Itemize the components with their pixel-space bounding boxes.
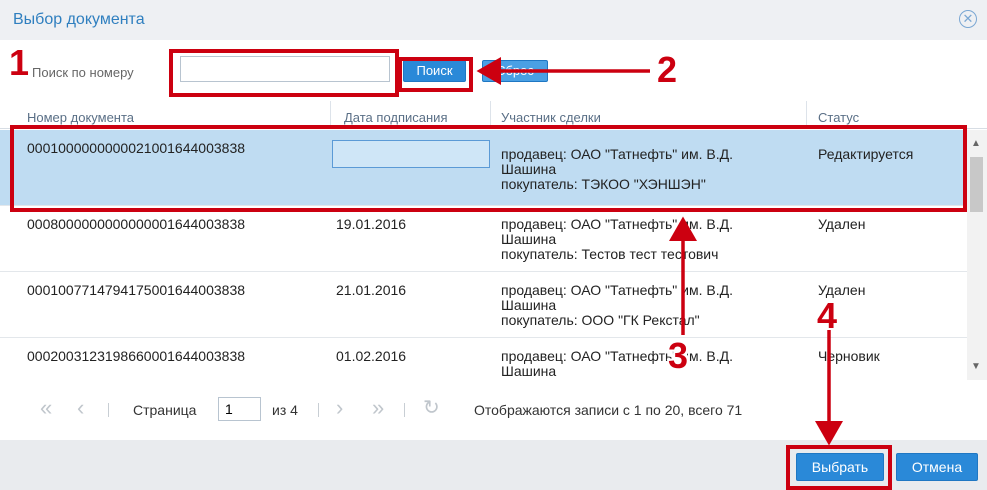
cell-status: Редактируется: [818, 146, 914, 162]
cell-number: 0001000000000021001644003838: [27, 140, 246, 156]
cell-status: Черновик: [818, 348, 880, 364]
party-seller-name: Шашина: [501, 297, 557, 313]
column-divider: [806, 101, 807, 129]
party-buyer: покупатель: ООО "ГК Рекстал": [501, 312, 700, 328]
party-seller: продавец: ОАО "Татнефть" им. В.Д.: [501, 348, 733, 364]
step-number-4: 4: [817, 295, 838, 336]
dialog-footer: Выбрать Отмена: [0, 440, 987, 490]
cancel-button[interactable]: Отмена: [896, 453, 978, 481]
party-buyer: покупатель: Тестов тест тестович: [501, 246, 719, 262]
party-buyer: покупатель: ТЭКОО "ХЭНШЭН": [501, 176, 706, 192]
pager-divider: [108, 403, 109, 417]
dialog-title: Выбор документа: [13, 11, 145, 28]
party-seller-name: Шашина: [501, 363, 557, 379]
pager-divider: [318, 403, 319, 417]
table-row[interactable]: 0002003123198660001644003838 01.02.2016 …: [0, 338, 968, 380]
table-row[interactable]: 0001000000000021001644003838 продавец: О…: [0, 130, 968, 206]
next-page-icon[interactable]: ›: [336, 397, 343, 419]
column-divider: [490, 101, 491, 129]
search-bar: Поиск по номеру Поиск Сброс: [0, 44, 987, 96]
step-number-3: 3: [668, 335, 689, 376]
pager-divider: [404, 403, 405, 417]
grid-body: 0001000000000021001644003838 продавец: О…: [0, 130, 968, 380]
column-header-date[interactable]: Дата подписания: [344, 110, 447, 125]
party-seller-name: Шашина: [501, 231, 557, 247]
cell-party: продавец: ОАО "Татнефть" им. В.Д. Шашина: [501, 349, 801, 379]
last-page-icon[interactable]: »: [372, 397, 384, 419]
cell-number: 0008000000000000001644003838: [27, 216, 246, 232]
column-header-status[interactable]: Статус: [818, 110, 859, 125]
party-seller: продавец: ОАО "Татнефть" им. В.Д.: [501, 282, 733, 298]
cell-party: продавец: ОАО "Татнефть" им. В.Д. Шашина…: [501, 217, 801, 262]
step-number-1: 1: [9, 42, 30, 83]
cell-status: Удален: [818, 216, 866, 232]
column-header-party[interactable]: Участник сделки: [501, 110, 601, 125]
search-input[interactable]: [180, 56, 390, 82]
scroll-thumb[interactable]: [970, 157, 983, 212]
table-row[interactable]: 0008000000000000001644003838 19.01.2016 …: [0, 206, 968, 272]
prev-page-icon[interactable]: ‹: [77, 397, 84, 419]
grid-scrollbar[interactable]: ▲ ▼: [967, 130, 987, 380]
cell-number: 0002003123198660001644003838: [27, 348, 246, 364]
scroll-up-icon[interactable]: ▲: [971, 138, 981, 149]
page-label: Страница: [133, 402, 197, 418]
dialog-titlebar: Выбор документа ✕: [0, 0, 987, 40]
close-icon[interactable]: ✕: [959, 10, 977, 28]
cell-date: 21.01.2016: [336, 282, 407, 298]
column-header-number[interactable]: Номер документа: [27, 110, 134, 125]
cell-party: продавец: ОАО "Татнефть" им. В.Д. Шашина…: [501, 283, 801, 328]
party-seller-name: Шашина: [501, 161, 557, 177]
document-select-dialog: Выбор документа ✕ Поиск по номеру Поиск …: [0, 0, 987, 490]
search-button[interactable]: Поиск: [403, 60, 466, 82]
party-seller: продавец: ОАО "Татнефть" им. В.Д.: [501, 216, 733, 232]
pager: « ‹ Страница из 4 › » ↻ Отображаются зап…: [0, 384, 987, 436]
first-page-icon[interactable]: «: [40, 397, 52, 419]
search-label: Поиск по номеру: [32, 65, 134, 80]
date-editor[interactable]: [332, 140, 490, 168]
cell-party: продавец: ОАО "Татнефть" им. В.Д. Шашина…: [501, 147, 801, 192]
grid-header: Номер документа Дата подписания Участник…: [0, 101, 987, 129]
column-divider: [330, 101, 331, 129]
party-seller: продавец: ОАО "Татнефть" им. В.Д.: [501, 146, 733, 162]
records-summary: Отображаются записи с 1 по 20, всего 71: [474, 402, 743, 418]
page-number-input[interactable]: [218, 397, 261, 421]
step-number-2: 2: [657, 49, 678, 90]
page-count: из 4: [272, 402, 298, 418]
reset-button[interactable]: Сброс: [482, 60, 548, 82]
select-button[interactable]: Выбрать: [796, 453, 884, 481]
cell-number: 0001007714794175001644003838: [27, 282, 246, 298]
cell-date: 19.01.2016: [336, 216, 407, 232]
scroll-down-icon[interactable]: ▼: [971, 361, 981, 372]
cell-date: 01.02.2016: [336, 348, 407, 364]
refresh-icon[interactable]: ↻: [423, 397, 440, 419]
